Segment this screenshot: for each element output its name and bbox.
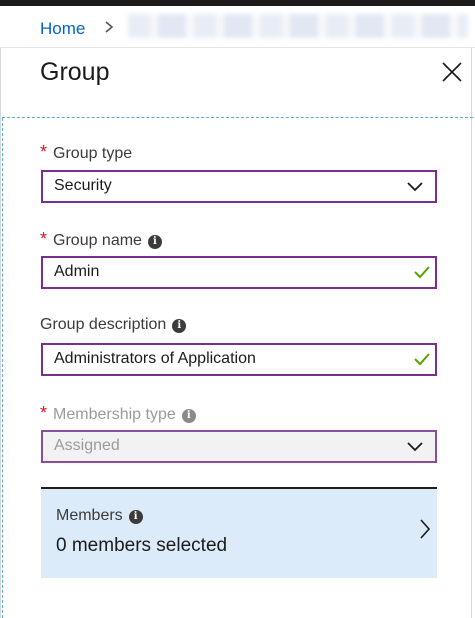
- info-icon[interactable]: i: [147, 235, 162, 249]
- group-description-input[interactable]: Administrators of Application: [41, 343, 437, 376]
- chevron-down-icon: [407, 442, 423, 452]
- chevron-right-icon: [105, 21, 114, 33]
- breadcrumb-redacted-path: [128, 14, 468, 38]
- close-icon[interactable]: [441, 61, 463, 83]
- breadcrumb: Home: [0, 6, 475, 48]
- chevron-down-icon: [407, 182, 423, 192]
- members-label: Members i: [56, 507, 143, 525]
- checkmark-icon: [414, 266, 430, 279]
- group-type-label: * Group type: [40, 142, 133, 162]
- membership-type-select[interactable]: Assigned: [41, 430, 437, 463]
- info-icon[interactable]: i: [128, 510, 143, 524]
- header-divider: [2, 117, 473, 118]
- breadcrumb-home-link[interactable]: Home: [40, 19, 85, 39]
- group-type-select[interactable]: Security: [41, 170, 437, 203]
- blade-focus-outline: [2, 118, 3, 618]
- members-selector[interactable]: Members i 0 members selected: [41, 487, 437, 578]
- chevron-right-icon: [420, 519, 431, 539]
- group-name-input[interactable]: Admin: [41, 256, 437, 289]
- membership-type-label: * Membership type i: [40, 403, 196, 424]
- membership-type-value: Assigned: [54, 437, 120, 454]
- group-name-label: * Group name i: [40, 229, 162, 250]
- page-title: Group: [40, 58, 110, 86]
- required-marker: *: [40, 403, 48, 423]
- group-name-value: Admin: [54, 263, 100, 280]
- group-description-value: Administrators of Application: [54, 350, 256, 367]
- members-count: 0 members selected: [56, 535, 228, 556]
- required-marker: *: [40, 229, 48, 249]
- required-marker: *: [40, 142, 48, 162]
- info-icon[interactable]: i: [181, 409, 196, 423]
- group-type-value: Security: [54, 177, 112, 194]
- info-icon[interactable]: i: [172, 319, 187, 333]
- checkmark-icon: [414, 353, 430, 366]
- group-description-label: Group description i: [40, 316, 187, 334]
